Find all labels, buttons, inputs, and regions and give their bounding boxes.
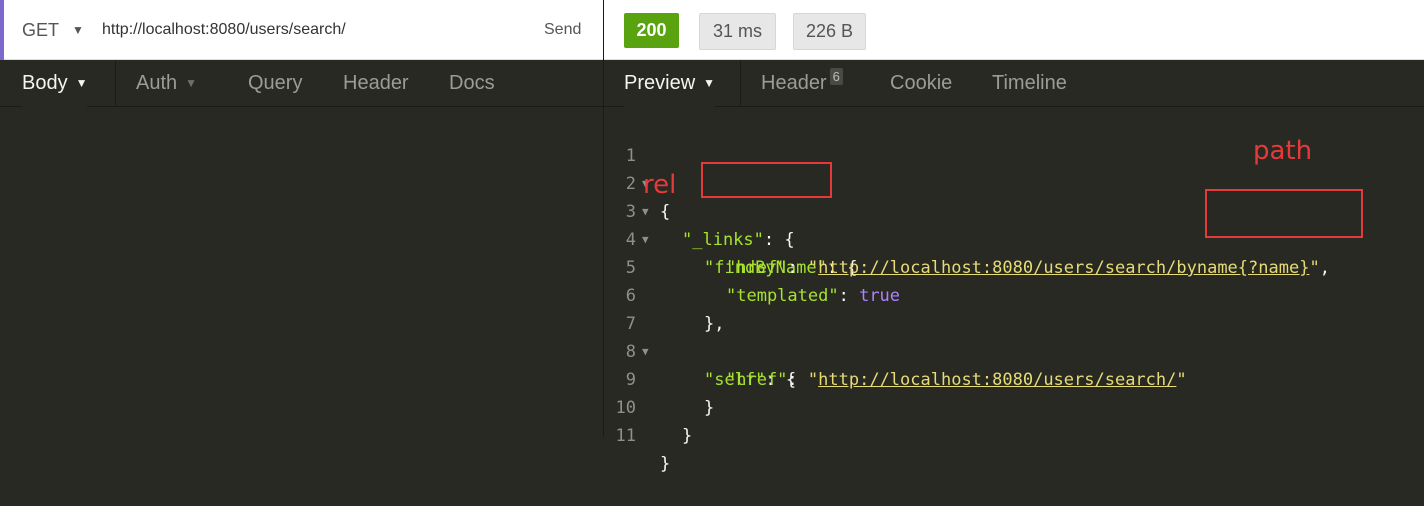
size-badge: 226 B	[793, 13, 866, 50]
json-key: "href"	[726, 370, 788, 390]
url-bar-accent	[0, 0, 4, 60]
code-line: 4 "href": "http://localhost:8080/users/s…	[604, 198, 1330, 278]
line-number: 11	[615, 426, 636, 446]
tab-preview[interactable]: Preview ▼	[624, 60, 716, 107]
code-line: 11 }	[604, 394, 671, 474]
json-punct: ,	[1319, 258, 1330, 278]
code-line: 1 ▼ {	[604, 114, 671, 222]
code-line: 10 }	[604, 366, 693, 446]
code-line: 6 },	[604, 254, 725, 334]
json-link[interactable]: http://localhost:8080/users/search/	[818, 370, 1176, 390]
tab-separator	[115, 60, 116, 107]
chevron-down-icon: ▼	[703, 76, 716, 91]
url-bar: GET ▼ http://localhost:8080/users/search…	[0, 0, 603, 60]
json-punct: : {	[763, 230, 795, 250]
path-annotation: path	[1253, 136, 1313, 166]
response-tabs: Preview ▼ Header 6 Cookie Timeline	[604, 60, 1424, 107]
tab-header[interactable]: Header	[343, 60, 409, 107]
tab-body[interactable]: Body ▼	[22, 60, 88, 107]
path-highlight-box	[1205, 189, 1363, 238]
json-punct: }	[704, 398, 715, 418]
tab-auth-label: Auth	[136, 72, 178, 94]
tab-response-header-label: Header	[761, 72, 827, 94]
tab-body-label: Body	[22, 72, 68, 94]
code-line: 7 ▼ "self": {	[604, 282, 796, 390]
request-tabs: Body ▼ Auth ▼ Query Header Docs	[0, 60, 603, 107]
json-quote: "	[1309, 258, 1320, 278]
tab-preview-label: Preview	[624, 72, 696, 94]
json-quote: "	[807, 370, 819, 390]
request-pane: GET ▼ http://localhost:8080/users/search…	[0, 0, 603, 437]
status-badge: 200	[624, 13, 679, 48]
json-punct: },	[704, 314, 725, 334]
json-key: "templated"	[726, 286, 839, 306]
tab-separator	[740, 60, 741, 107]
json-punct: }	[660, 454, 671, 474]
code-line: 2 ▼ "_links": {	[604, 142, 795, 250]
time-badge: 31 ms	[699, 13, 776, 50]
chevron-down-icon: ▼	[75, 76, 88, 91]
header-count-badge: 6	[829, 68, 843, 85]
method-dropdown-icon[interactable]: ▼	[72, 23, 84, 37]
tab-timeline[interactable]: Timeline	[992, 60, 1067, 107]
code-line: 8 "href": "http://localhost:8080/users/s…	[604, 310, 1187, 390]
json-punct: :	[787, 258, 808, 278]
json-key: "href"	[726, 258, 788, 278]
json-punct: :	[838, 286, 860, 306]
json-quote: "	[1176, 370, 1187, 390]
tab-query[interactable]: Query	[248, 60, 302, 107]
tab-docs[interactable]: Docs	[449, 60, 495, 107]
method-select[interactable]: GET	[22, 20, 59, 41]
response-status-bar: 200 31 ms 226 B	[604, 0, 1424, 60]
rel-highlight-box	[701, 162, 832, 198]
code-line: 5 "templated": true	[604, 226, 900, 306]
json-link[interactable]: http://localhost:8080/users/search/bynam…	[818, 258, 1309, 278]
chevron-down-icon: ▼	[185, 76, 198, 91]
code-line: 9 }	[604, 338, 715, 418]
json-key: "_links"	[682, 230, 764, 250]
tab-cookie[interactable]: Cookie	[890, 60, 952, 107]
url-input[interactable]: http://localhost:8080/users/search/	[102, 21, 346, 39]
rel-annotation: rel	[643, 170, 677, 200]
tab-response-header[interactable]: Header 6	[761, 60, 843, 107]
json-punct: :	[787, 370, 808, 390]
json-quote: "	[807, 258, 819, 278]
send-button[interactable]: Send	[544, 21, 581, 39]
json-bool: true	[859, 286, 901, 306]
json-punct: }	[682, 426, 693, 446]
tab-auth[interactable]: Auth ▼	[136, 60, 197, 107]
